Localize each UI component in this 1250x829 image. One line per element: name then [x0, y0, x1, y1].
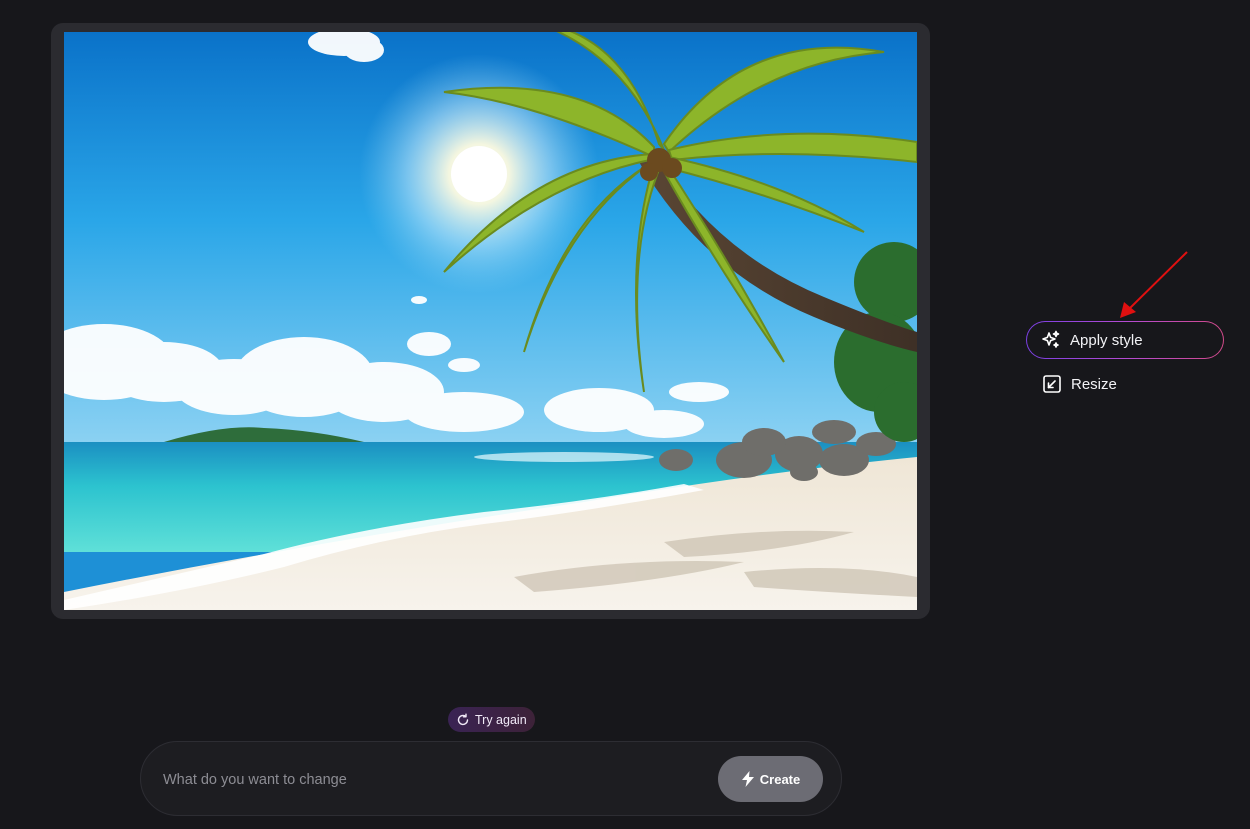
resize-icon — [1042, 374, 1062, 394]
prompt-bar: Create — [140, 741, 842, 816]
generated-image-card — [51, 23, 930, 619]
resize-label: Resize — [1071, 375, 1117, 393]
apply-style-button[interactable]: Apply style — [1026, 321, 1224, 359]
generated-image[interactable] — [64, 32, 917, 610]
beach-illustration — [64, 32, 917, 610]
annotation-arrow — [1120, 251, 1188, 318]
try-again-label: Try again — [475, 712, 527, 727]
editor-page: Apply style Resize Try again What do you… — [0, 0, 1250, 829]
lightning-icon — [741, 771, 755, 787]
try-again-button[interactable]: Try again — [448, 707, 535, 732]
apply-style-label: Apply style — [1070, 331, 1143, 349]
sparkles-icon — [1041, 330, 1061, 350]
create-label: Create — [759, 771, 801, 787]
create-button[interactable]: Create — [718, 756, 823, 802]
refresh-icon — [456, 713, 470, 727]
resize-button[interactable]: Resize — [1026, 365, 1224, 403]
prompt-input[interactable] — [161, 762, 705, 798]
